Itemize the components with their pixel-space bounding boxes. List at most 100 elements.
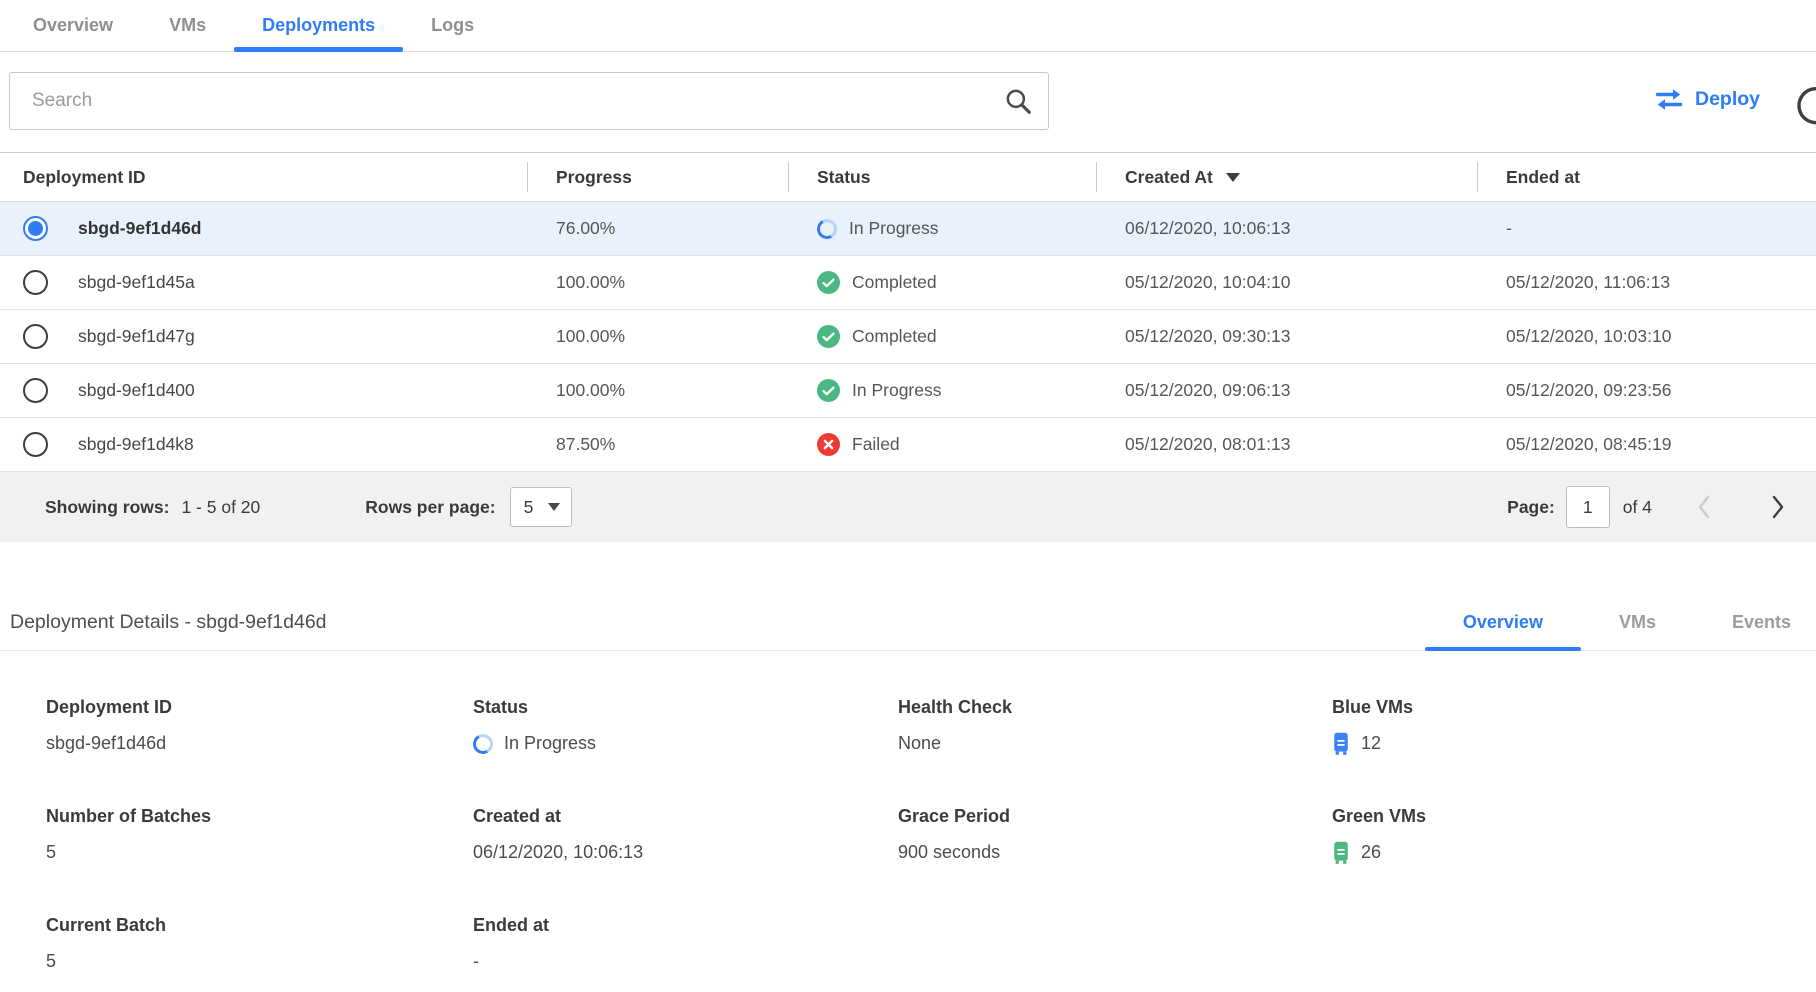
detail-field-label: Blue VMs [1332,697,1816,718]
swap-arrows-icon [1655,88,1683,111]
detail-field-value: - [473,949,898,974]
detail-field-value-text: 26 [1361,842,1381,863]
detail-field-current-batch: Current Batch 5 [46,915,473,974]
created-at-value: 05/12/2020, 08:01:13 [1096,434,1477,455]
detail-field-value: 12 [1332,731,1816,756]
detail-field-value-text: In Progress [504,733,596,754]
detail-field-value: In Progress [473,731,898,756]
deploy-button[interactable]: Deploy [1655,88,1760,111]
detail-field-value: sbgd-9ef1d46d [46,731,473,756]
page-number-input[interactable] [1566,486,1610,528]
table-row[interactable]: sbgd-9ef1d4k887.50% Failed05/12/2020, 08… [0,418,1816,472]
column-header-created-at[interactable]: Created At [1096,153,1477,201]
status-cell: Failed [788,433,1096,456]
progress-value: 100.00% [527,380,788,401]
table-row[interactable]: sbgd-9ef1d47g100.00% Completed05/12/2020… [0,310,1816,364]
tab-deployments[interactable]: Deployments [234,0,403,51]
details-tab-events[interactable]: Events [1694,595,1816,650]
details-tab-label: Events [1732,612,1791,633]
rows-per-page-value: 5 [524,497,534,518]
progress-value: 76.00% [527,218,788,239]
details-tab-label: Overview [1463,612,1543,633]
detail-field-deployment-id: Deployment IDsbgd-9ef1d46d [46,697,473,756]
deployment-id: sbgd-9ef1d4k8 [78,434,194,455]
tab-vms[interactable]: VMs [141,0,234,51]
tab-overview[interactable]: Overview [5,0,141,51]
vm-icon [1332,732,1350,756]
detail-field-created-at: Created at06/12/2020, 10:06:13 [473,806,898,865]
table-row[interactable]: sbgd-9ef1d400100.00% In Progress05/12/20… [0,364,1816,418]
column-header-progress[interactable]: Progress [527,153,788,201]
completed-check-icon [817,325,840,348]
deployment-id: sbgd-9ef1d47g [78,326,195,347]
detail-field-label: Ended at [473,915,898,936]
chevron-left-icon [1696,494,1712,520]
row-radio[interactable] [23,324,48,349]
rows-per-page-label: Rows per page: [365,497,495,518]
status-label: Completed [852,326,937,347]
tab-label: Deployments [262,15,375,36]
row-radio[interactable] [23,216,48,241]
detail-field-value-text: sbgd-9ef1d46d [46,733,166,754]
detail-field-blue-vms: Blue VMs 12 [1332,697,1816,756]
page-of-label: of 4 [1623,497,1652,518]
tab-label: Overview [33,15,113,36]
ended-at-value: 05/12/2020, 09:23:56 [1477,380,1816,401]
details-title: Deployment Details - sbgd-9ef1d46d [10,611,327,634]
table-row[interactable]: sbgd-9ef1d45a100.00% Completed05/12/2020… [0,256,1816,310]
detail-field-value: 900 seconds [898,840,1332,865]
pagination: Page: of 4 [1507,486,1786,528]
table-body: sbgd-9ef1d46d76.00%In Progress06/12/2020… [0,202,1816,472]
details-tab-label: VMs [1619,612,1656,633]
tab-logs[interactable]: Logs [403,0,502,51]
ended-at-value: 05/12/2020, 08:45:19 [1477,434,1816,455]
in-progress-spinner-icon [815,216,839,240]
page-label: Page: [1507,497,1555,518]
detail-field-label: Health Check [898,697,1332,718]
next-page-button[interactable] [1770,494,1786,520]
detail-field-label: Current Batch [46,915,473,936]
column-header-label: Progress [556,167,632,188]
column-header-ended-at[interactable]: Ended at [1477,153,1816,201]
previous-page-button[interactable] [1696,494,1712,520]
column-header-deployment-id[interactable]: Deployment ID [0,153,527,201]
details-grid: Deployment IDsbgd-9ef1d46dStatusIn Progr… [46,697,1816,974]
detail-field-value-text: 900 seconds [898,842,1000,863]
status-label: In Progress [849,218,938,239]
sort-desc-icon[interactable] [1226,173,1240,182]
search-input[interactable] [9,72,1049,130]
progress-value: 100.00% [527,272,788,293]
detail-field-value-text: 5 [46,842,56,863]
created-at-value: 06/12/2020, 10:06:13 [1096,218,1477,239]
chevron-right-icon [1770,494,1786,520]
row-radio[interactable] [23,432,48,457]
details-tab-vms[interactable]: VMs [1581,595,1694,650]
column-header-label: Ended at [1506,167,1580,188]
row-radio[interactable] [23,378,48,403]
ended-at-value: 05/12/2020, 10:03:10 [1477,326,1816,347]
details-tab-overview[interactable]: Overview [1425,595,1581,650]
detail-field-value-text: - [473,951,479,972]
rows-per-page-select[interactable]: 5 [510,487,572,527]
detail-field-value: None [898,731,1332,756]
created-at-value: 05/12/2020, 09:06:13 [1096,380,1477,401]
column-header-label: Deployment ID [23,167,146,188]
detail-field-label: Created at [473,806,898,827]
detail-field-value: 5 [46,840,473,865]
search-icon[interactable] [1003,86,1033,116]
deployments-table: Deployment ID Progress Status Created At End… [0,152,1816,542]
dropdown-caret-icon [548,503,560,511]
failed-x-icon [817,433,840,456]
column-header-status[interactable]: Status [788,153,1096,201]
table-row[interactable]: sbgd-9ef1d46d76.00%In Progress06/12/2020… [0,202,1816,256]
completed-check-icon [817,379,840,402]
ended-at-value: - [1477,218,1816,239]
row-radio[interactable] [23,270,48,295]
vm-icon [1332,841,1350,865]
column-header-label: Created At [1125,167,1213,188]
refresh-icon[interactable] [1794,83,1816,127]
detail-field-health-check: Health Check None [898,697,1332,756]
detail-field-value-text: 5 [46,951,56,972]
detail-field-label: Grace Period [898,806,1332,827]
created-at-value: 05/12/2020, 09:30:13 [1096,326,1477,347]
